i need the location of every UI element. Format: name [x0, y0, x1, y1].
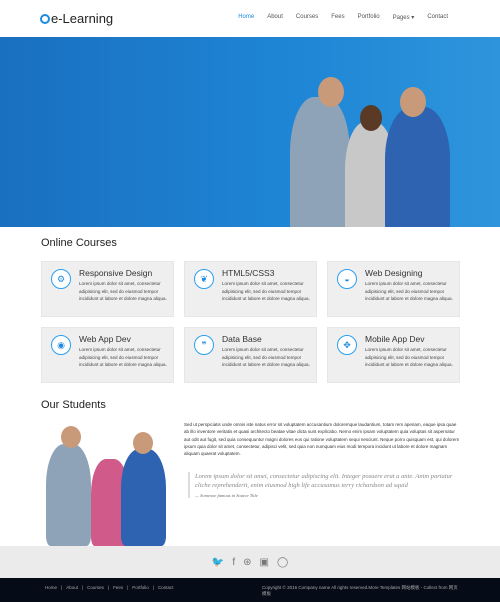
navbar: e-Learning Home About Courses Fees Portfolio… — [0, 0, 500, 37]
move-arrows-icon: ✥ — [337, 335, 357, 355]
main-menu: Home About Courses Fees Portfolio Pages ▾ Cont… — [238, 14, 448, 21]
flickr-icon[interactable]: ▣ — [259, 557, 268, 568]
hero-banner — [0, 37, 500, 227]
course-card[interactable]: ✥ Mobile App Dev Lorem ipsum dolor sit ame… — [327, 327, 460, 383]
course-title[interactable]: Web Designing — [365, 268, 453, 278]
course-description: Lorem ipsum dolor sit amet, consectetur … — [222, 281, 310, 301]
course-title[interactable]: Responsive Design — [79, 268, 167, 278]
course-description: Lorem ipsum dolor sit amet, consectetur … — [79, 347, 167, 367]
gears-icon: ⚙ — [51, 269, 71, 289]
twitter-icon[interactable]: 🐦 — [212, 557, 224, 568]
footer-link-fees[interactable]: Fees — [113, 585, 123, 590]
social-bar: 🐦 f ⊛ ▣ ◯ — [0, 546, 500, 578]
footer: Home | About | Courses | Fees | Portfolio | Contac… — [0, 578, 500, 602]
facebook-icon[interactable]: f — [232, 557, 235, 568]
copyright: Copyright © 2016 Company name All rights… — [262, 585, 458, 596]
footer-link-home[interactable]: Home — [45, 585, 57, 590]
logo-text: e-Learning — [51, 11, 114, 26]
course-description: Lorem ipsum dolor sit amet, consectetur … — [365, 347, 453, 367]
separator: | — [107, 585, 110, 590]
nav-item-about[interactable]: About — [267, 14, 283, 21]
separator: | — [81, 585, 84, 590]
nav-item-pages[interactable]: Pages ▾ — [393, 14, 415, 21]
course-card[interactable]: ⚙ Responsive Design Lorem ipsum dolor sit … — [41, 261, 174, 317]
quote-source: — Someone famous in Source Title — [195, 493, 258, 498]
course-title[interactable]: Web App Dev — [79, 334, 167, 344]
course-title[interactable]: HTML5/CSS3 — [222, 268, 310, 278]
logo[interactable]: e-Learning — [40, 11, 113, 26]
course-card[interactable]: ◉ Web App Dev Lorem ipsum dolor sit amet, … — [41, 327, 174, 383]
logo-mark — [40, 13, 50, 24]
nav-item-home[interactable]: Home — [238, 14, 254, 21]
footer-link-about[interactable]: About — [66, 585, 78, 590]
nav-item-portfolio[interactable]: Portfolio — [358, 14, 380, 21]
students-title: Our Students — [41, 399, 106, 411]
nav-item-contact[interactable]: Contact — [427, 14, 448, 21]
blockquote: Lorem ipsum dolor sit amet, consectetur … — [188, 472, 453, 498]
footer-links: Home | About | Courses | Fees | Portfolio | Contac… — [45, 585, 173, 590]
course-description: Lorem ipsum dolor sit amet, consectetur … — [365, 281, 453, 301]
github-icon[interactable]: ◯ — [277, 557, 288, 568]
students-paragraph: Sed ut perspiciatis unde omnis iste natu… — [184, 422, 460, 457]
separator: | — [127, 585, 129, 590]
course-card[interactable]: ◒ Web Designing Lorem ipsum dolor sit amet… — [327, 261, 460, 317]
quote-icon: ❞ — [194, 335, 214, 355]
separator: | — [152, 585, 154, 590]
nav-item-courses[interactable]: Courses — [296, 14, 318, 21]
course-title[interactable]: Mobile App Dev — [365, 334, 453, 344]
course-description: Lorem ipsum dolor sit amet, consectetur … — [222, 347, 310, 367]
courses-title: Online Courses — [41, 237, 117, 249]
quote-text: Lorem ipsum dolor sit amet, consectetur … — [195, 473, 453, 489]
student-photo — [290, 97, 350, 227]
course-description: Lorem ipsum dolor sit amet, consectetur … — [79, 281, 167, 301]
footer-link-courses[interactable]: Courses — [87, 585, 104, 590]
students-image — [41, 424, 169, 546]
nav-item-fees[interactable]: Fees — [331, 14, 344, 21]
eye-icon: ◉ — [51, 335, 71, 355]
separator: | — [61, 585, 63, 590]
course-card[interactable]: ❦ HTML5/CSS3 Lorem ipsum dolor sit amet, c… — [184, 261, 317, 317]
dribbble-icon[interactable]: ⊛ — [243, 557, 251, 568]
course-card[interactable]: ❞ Data Base Lorem ipsum dolor sit amet, co… — [184, 327, 317, 383]
student-photo — [385, 107, 450, 227]
footer-link-contact[interactable]: Contact — [158, 585, 174, 590]
dashboard-icon: ◒ — [337, 269, 357, 289]
courses-grid: ⚙ Responsive Design Lorem ipsum dolor sit … — [41, 261, 460, 383]
footer-link-portfolio[interactable]: Portfolio — [132, 585, 149, 590]
course-title[interactable]: Data Base — [222, 334, 310, 344]
leaf-icon: ❦ — [194, 269, 214, 289]
